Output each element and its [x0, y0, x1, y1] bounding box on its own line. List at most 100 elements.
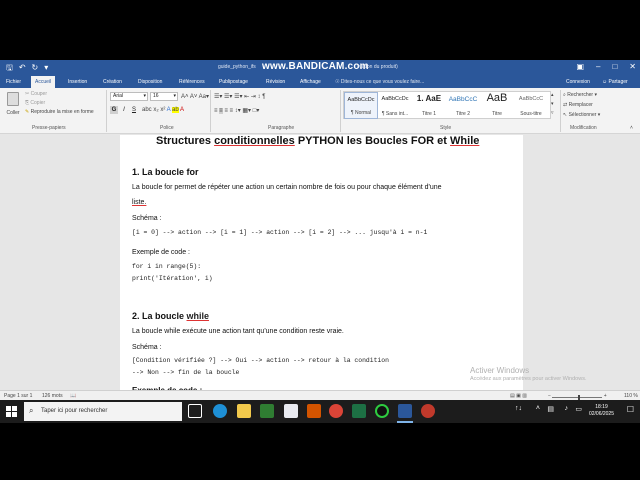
chrome-icon[interactable]	[329, 404, 343, 418]
tab-references[interactable]: Références	[175, 76, 209, 88]
document-area[interactable]: Structures conditionnelles PYTHON les Bo…	[0, 135, 640, 395]
volume-icon[interactable]: ♪	[565, 405, 569, 412]
document-title-heading: Structures conditionnelles PYTHON les Bo…	[156, 135, 480, 147]
store-icon[interactable]	[260, 404, 274, 418]
ribbon: Coller ✂ Couper ⎘ Copier ✎ Reproduire la…	[0, 88, 640, 134]
clipboard-icon	[7, 92, 19, 106]
tell-me-search[interactable]: ☉ Dites-nous ce que vous voulez faire...	[335, 79, 424, 85]
paragraph-group-label: Paragraphe	[268, 125, 295, 131]
mail-icon[interactable]	[284, 404, 298, 418]
bandicam-icon[interactable]	[421, 404, 435, 418]
maximize-icon[interactable]: □	[612, 62, 617, 71]
word-window: 🖫 ↶ ↻ ▾ guide_python_ifs www.BANDICAM.co…	[0, 60, 640, 423]
document-title-tail: ivation du produit)	[358, 64, 398, 70]
people-icon[interactable]: ↑↓	[515, 405, 522, 412]
tab-affichage[interactable]: Affichage	[296, 76, 325, 88]
network-icon[interactable]: ▤	[547, 405, 554, 413]
app-icon[interactable]	[307, 404, 321, 418]
tab-publipostage[interactable]: Publipostage	[215, 76, 252, 88]
code-line-1: for i in range(5):	[132, 263, 202, 270]
proofing-icon[interactable]: 📖	[70, 393, 76, 399]
italic-button[interactable]: I	[120, 106, 128, 114]
minimize-icon[interactable]: –	[596, 62, 600, 71]
tab-creation[interactable]: Création	[99, 76, 126, 88]
collapse-ribbon-icon[interactable]: ˄	[630, 125, 633, 131]
schema-code-while-1: [Condition vérifiée ?] --> Oui --> actio…	[132, 357, 389, 364]
signin-link[interactable]: Connexion	[566, 79, 590, 85]
activate-windows-watermark: Activer Windows Accédez aux paramètres p…	[470, 366, 586, 382]
list-buttons[interactable]: ☰▾ ☰▾ ☰▾ ⇤ ⇥ ↕ ¶	[214, 93, 265, 100]
style-normal[interactable]: AaBbCcDc ¶ Normal	[344, 92, 378, 119]
ribbon-options-icon[interactable]: ▣	[576, 62, 584, 71]
style-no-spacing[interactable]: AaBbCcDc ¶ Sans int...	[378, 92, 412, 119]
font-group-label: Police	[160, 125, 174, 131]
tab-fichier[interactable]: Fichier	[2, 76, 25, 88]
section-heading-while: 2. La boucle while	[132, 311, 210, 321]
excel-icon[interactable]	[352, 404, 366, 418]
word-active-indicator	[397, 421, 413, 423]
battery-icon[interactable]: ▭	[575, 405, 582, 413]
tab-revision[interactable]: Révision	[262, 76, 289, 88]
tab-accueil[interactable]: Accueil	[31, 76, 56, 88]
view-buttons[interactable]: ▤ ▣ ▥	[510, 393, 527, 399]
underline-button[interactable]: S	[130, 106, 138, 114]
copy-button[interactable]: ⎘ Copier	[25, 100, 45, 106]
search-icon: ⌕	[29, 406, 34, 415]
activate-title: Activer Windows	[470, 366, 530, 375]
replace-icon: ⇄	[563, 102, 568, 108]
taskbar-search-input[interactable]: ⌕ Taper ici pour rechercher	[24, 402, 182, 421]
paragraph-while: La boucle while exécute une action tant …	[132, 328, 344, 335]
paragraph-for-1: La boucle for permet de répéter une acti…	[132, 184, 442, 191]
example-label-for: Exemple de code :	[132, 249, 190, 256]
activate-subtitle: Accédez aux paramètres pour activer Wind…	[470, 376, 587, 382]
select-button[interactable]: ↖ Sélectionner ▾	[563, 112, 600, 118]
font-effects-buttons[interactable]: abc x₂ x² A ab A	[142, 107, 184, 113]
redo-icon[interactable]: ↻	[32, 63, 39, 72]
code-line-2: print('Itération', i)	[132, 275, 213, 282]
share-button[interactable]: ☺ Partager	[602, 79, 628, 85]
save-icon[interactable]: 🖫	[6, 63, 13, 72]
brush-icon: ✎	[25, 109, 30, 115]
style-title[interactable]: AaB Titre	[480, 92, 514, 119]
divider	[106, 90, 107, 132]
zoom-level[interactable]: 110 %	[624, 393, 638, 399]
style-heading-1[interactable]: 1. AaE Titre 1	[412, 92, 446, 119]
bold-button[interactable]: G	[110, 106, 118, 114]
file-explorer-icon[interactable]	[237, 404, 251, 418]
schema-code-for: [i = 0] --> action --> [i = 1] --> actio…	[132, 229, 428, 236]
clock[interactable]: 18:19 02/06/2025	[589, 404, 614, 418]
divider	[210, 90, 211, 132]
camtasia-icon[interactable]	[375, 404, 389, 418]
replace-button[interactable]: ⇄ Remplacer	[563, 102, 593, 108]
windows-start-icon[interactable]	[6, 406, 17, 417]
close-icon[interactable]: ✕	[629, 62, 636, 71]
grow-font-button[interactable]: A˄ A˅ Aa▾	[181, 93, 209, 100]
document-page[interactable]: Structures conditionnelles PYTHON les Bo…	[120, 135, 523, 395]
styles-scroll[interactable]: ▴ ▾ ▿	[551, 91, 554, 118]
paste-button[interactable]: Coller	[4, 91, 22, 123]
align-buttons[interactable]: ≡ ≡ ≡ ≡ ↕▾ ▦▾ □▾	[214, 107, 259, 114]
find-button[interactable]: ⌕ Rechercher ▾	[563, 92, 597, 98]
style-subtitle[interactable]: AaBbCcC Sous-titre	[514, 92, 548, 119]
word-icon[interactable]	[398, 404, 412, 418]
font-size-select[interactable]: 16 ▾	[150, 92, 178, 101]
zoom-slider[interactable]: − +	[548, 393, 607, 401]
notifications-icon[interactable]: ☐	[627, 405, 634, 414]
tab-insertion[interactable]: Insertion	[64, 76, 91, 88]
taskbar: ⌕ Taper ici pour rechercher ↑↓ ˄ ▤ ♪ ▭ 1…	[0, 400, 640, 423]
style-heading-2[interactable]: AaBbCcC Titre 2	[446, 92, 480, 119]
undo-icon[interactable]: ↶	[19, 63, 26, 72]
format-painter-button[interactable]: ✎ Reproduire la mise en forme	[25, 109, 94, 115]
word-count[interactable]: 126 mots	[42, 393, 63, 399]
task-view-icon[interactable]	[188, 404, 202, 418]
customize-icon[interactable]: ▾	[44, 63, 48, 72]
chevron-down-icon: ▾	[143, 93, 146, 99]
font-family-select[interactable]: Arial ▾	[110, 92, 148, 101]
page-count[interactable]: Page 1 sur 1	[4, 393, 32, 399]
chevron-up-icon[interactable]: ˄	[536, 405, 540, 412]
tab-disposition[interactable]: Disposition	[134, 76, 166, 88]
edge-icon[interactable]	[213, 404, 227, 418]
paragraph-for-2: liste.	[132, 199, 147, 206]
clipboard-group-label: Presse-papiers	[32, 125, 66, 131]
cut-button[interactable]: ✂ Couper	[25, 91, 47, 97]
